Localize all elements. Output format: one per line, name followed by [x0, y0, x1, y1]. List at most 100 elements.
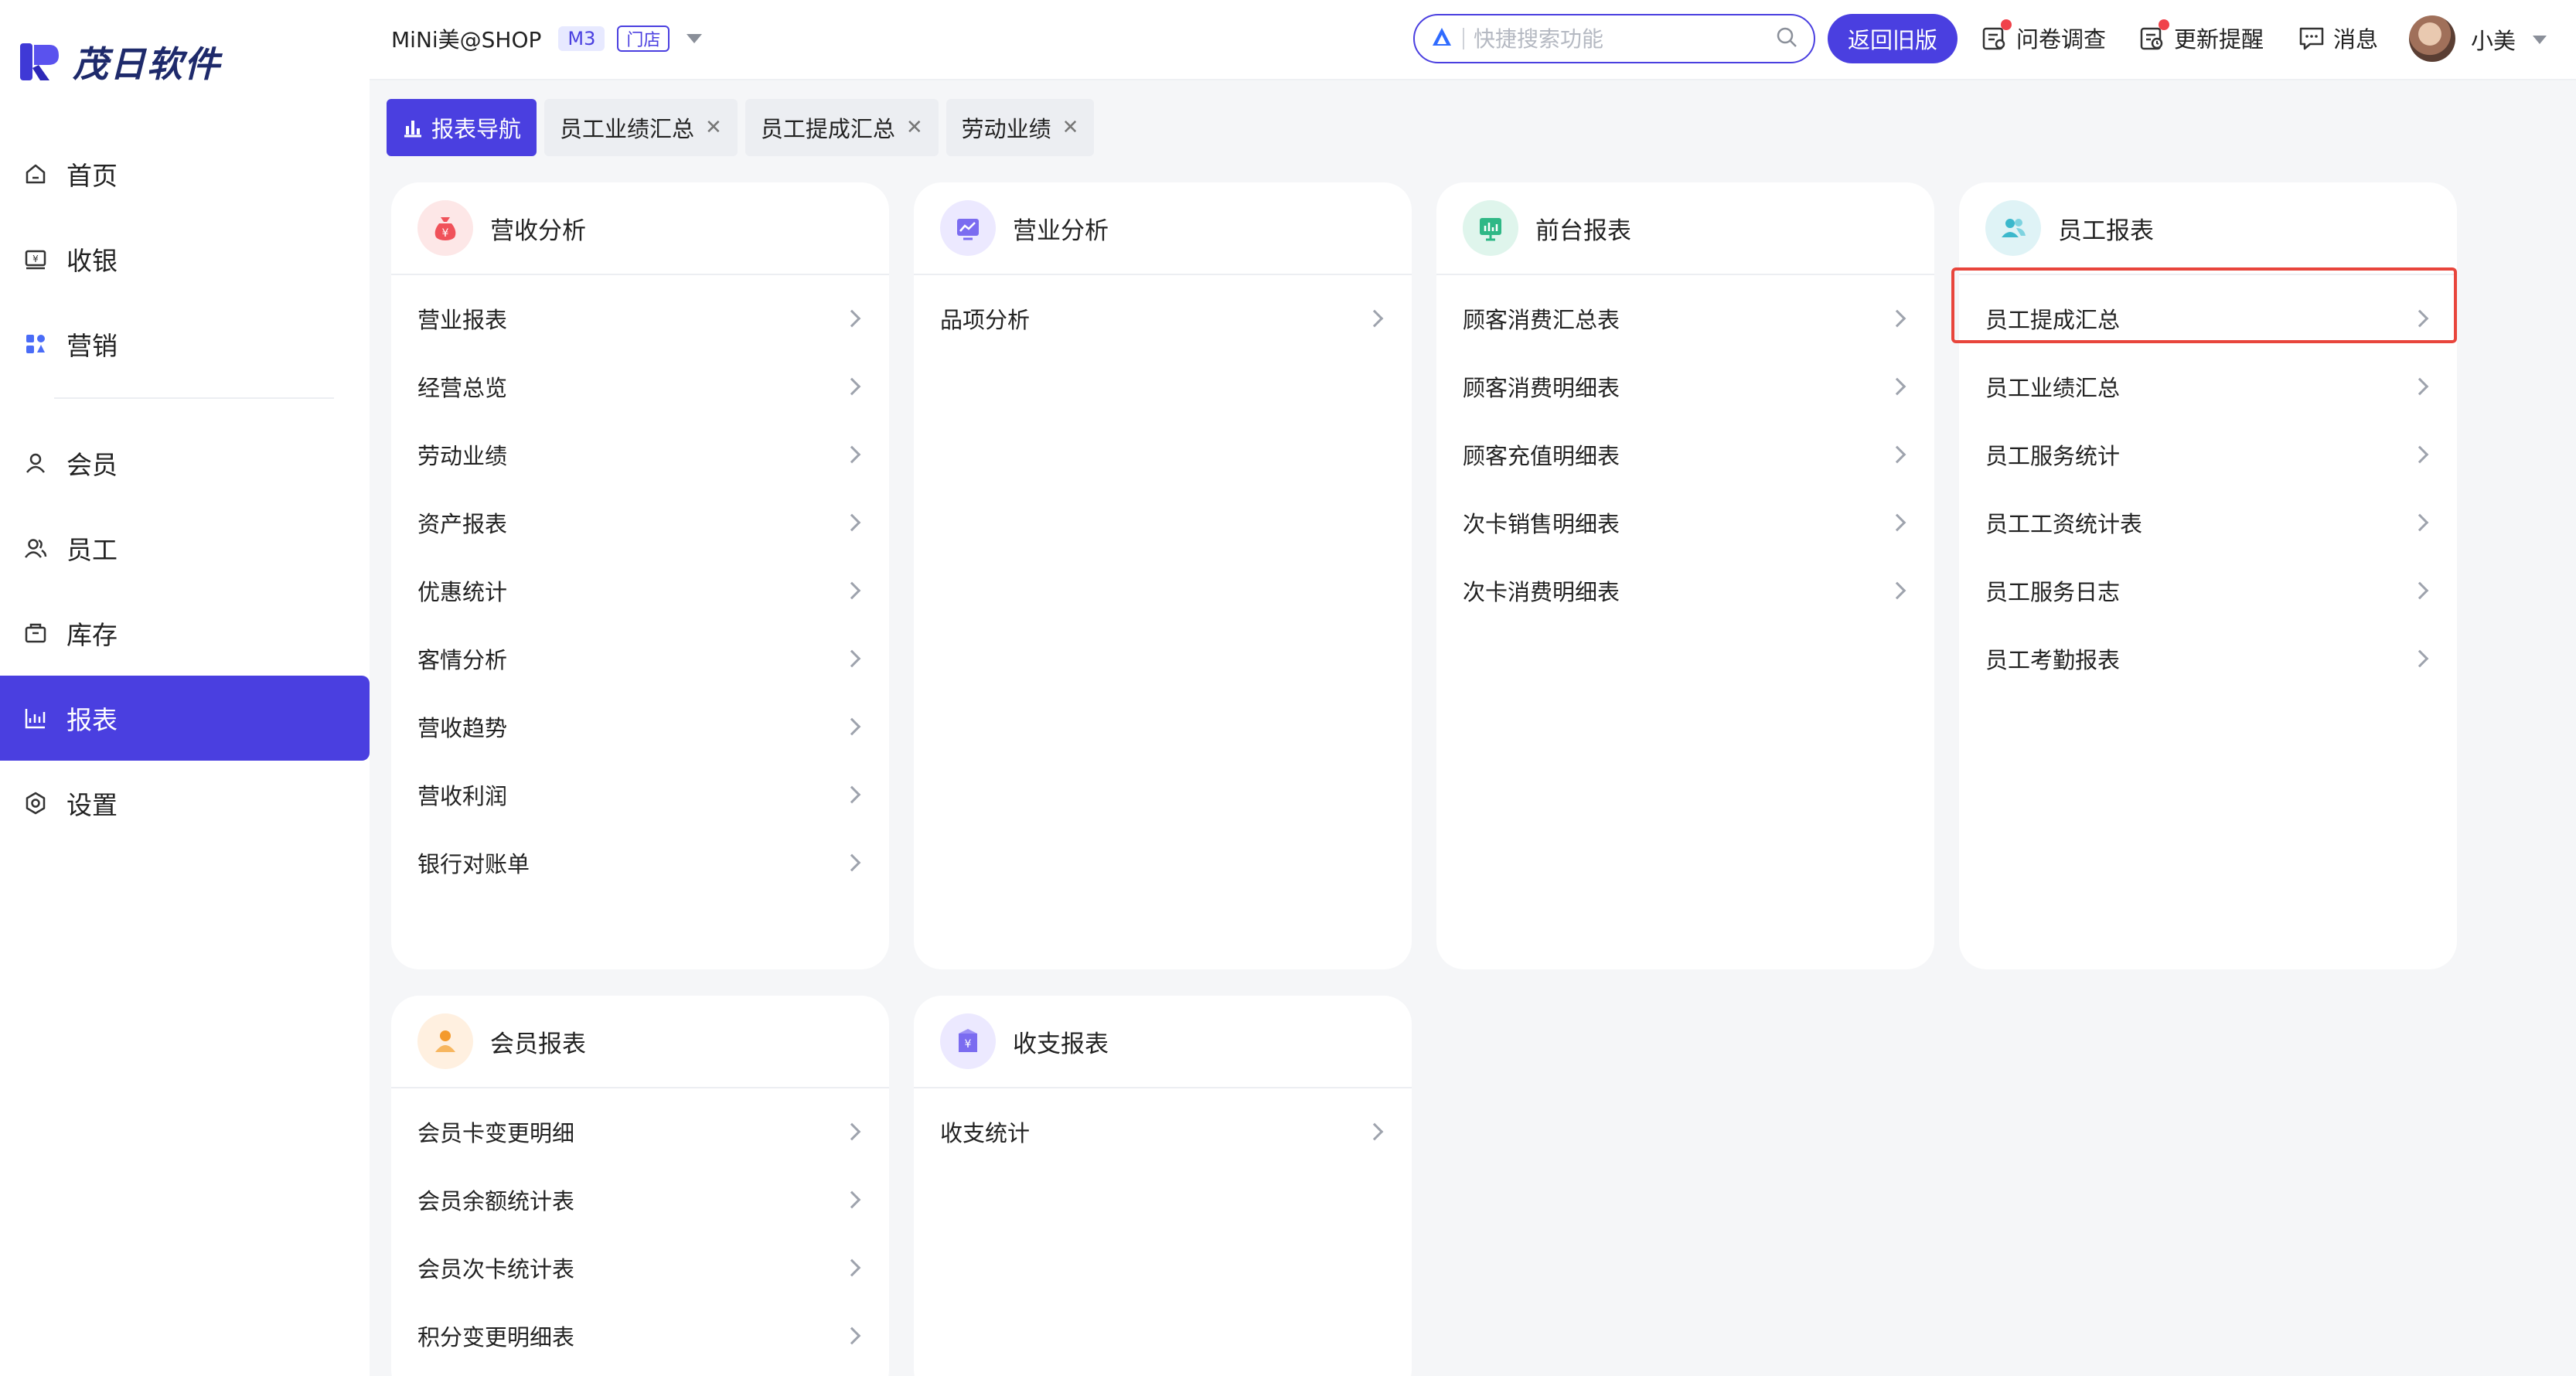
report-link[interactable]: 营收趋势 — [391, 693, 889, 761]
search-input[interactable] — [1474, 26, 1775, 52]
report-link[interactable]: 会员卡变更明细 — [391, 1098, 889, 1166]
report-link[interactable]: 次卡销售明细表 — [1436, 489, 1934, 557]
report-link[interactable]: 银行对账单 — [391, 829, 889, 897]
chevron-down-icon[interactable] — [2533, 36, 2547, 44]
chevron-right-icon — [843, 309, 861, 328]
card-title: 会员报表 — [490, 1030, 586, 1058]
report-link[interactable]: 品项分析 — [914, 284, 1412, 353]
search-brand-icon — [1430, 26, 1453, 52]
report-link[interactable]: 收支统计 — [914, 1098, 1412, 1166]
update-reminder-link[interactable]: 更新提醒 — [2138, 19, 2264, 54]
report-link-label: 品项分析 — [940, 307, 1031, 333]
survey-link[interactable]: 问卷调查 — [1981, 19, 2107, 54]
sidebar-item-home[interactable]: 首页 — [0, 131, 370, 216]
sidebar-item-marketing[interactable]: 营销 — [0, 301, 370, 387]
notification-dot — [2001, 19, 2012, 30]
sidebar-item-inventory[interactable]: 库存 — [0, 591, 370, 676]
sidebar-item-label: 设置 — [66, 790, 118, 820]
report-link-label: 银行对账单 — [417, 851, 530, 877]
chevron-right-icon — [843, 513, 861, 532]
sidebar-item-member[interactable]: 会员 — [0, 421, 370, 506]
search-box[interactable] — [1413, 14, 1815, 63]
message-icon — [2298, 24, 2326, 52]
survey-icon — [1981, 19, 2012, 52]
chevron-right-icon — [843, 785, 861, 804]
report-link-label: 会员卡变更明细 — [417, 1120, 575, 1146]
report-link[interactable]: 客情分析 — [391, 625, 889, 693]
search-icon[interactable] — [1775, 26, 1798, 52]
chevron-down-icon[interactable] — [687, 34, 703, 43]
chevron-right-icon — [2411, 445, 2429, 464]
sidebar-item-staff[interactable]: 员工 — [0, 506, 370, 591]
presentation-icon — [1463, 200, 1518, 256]
chevron-right-icon — [2411, 513, 2429, 532]
return-old-version-button[interactable]: 返回旧版 — [1828, 14, 1958, 63]
card-income-expense-reports: ¥ 收支报表 收支统计 — [914, 996, 1412, 1376]
report-link-staff-commission-summary[interactable]: 员工提成汇总 — [1959, 284, 2457, 353]
chevron-right-icon — [843, 1327, 861, 1345]
card-header: 会员报表 — [391, 996, 889, 1088]
report-link-label: 营业报表 — [417, 307, 508, 333]
store-name: MiNi美@SHOP — [391, 27, 542, 53]
store-switcher[interactable]: MiNi美@SHOP M3 门店 — [391, 23, 703, 54]
tab-staff-commission-summary[interactable]: 员工提成汇总 ✕ — [745, 99, 939, 156]
report-link[interactable]: 顾客充值明细表 — [1436, 421, 1934, 489]
report-link[interactable]: 营收利润 — [391, 761, 889, 829]
report-link-label: 员工工资统计表 — [1985, 511, 2143, 537]
close-icon[interactable]: ✕ — [906, 116, 923, 139]
chevron-right-icon — [843, 581, 861, 600]
report-link-label: 优惠统计 — [417, 579, 508, 605]
report-link[interactable]: 会员余额统计表 — [391, 1166, 889, 1234]
report-link[interactable]: 顾客消费汇总表 — [1436, 284, 1934, 353]
app-root: 茂日软件 首页 ¥ 收银 营销 会员 员工 库存 报表 设置 MiNi美@SHO… — [0, 0, 2576, 1376]
report-link[interactable]: 优惠统计 — [391, 557, 889, 625]
sidebar: 茂日软件 首页 ¥ 收银 营销 会员 员工 库存 报表 设置 — [0, 0, 370, 1376]
report-link[interactable]: 员工业绩汇总 — [1959, 353, 2457, 421]
report-link[interactable]: 员工考勤报表 — [1959, 625, 2457, 693]
report-link[interactable]: 员工服务统计 — [1959, 421, 2457, 489]
card-header: 员工报表 — [1959, 182, 2457, 275]
report-link[interactable]: 员工服务日志 — [1959, 557, 2457, 625]
logo[interactable]: 茂日软件 — [19, 37, 221, 87]
card-title: 营收分析 — [490, 216, 586, 245]
close-icon[interactable]: ✕ — [1062, 116, 1079, 139]
svg-text:¥: ¥ — [442, 227, 449, 240]
logo-mark-icon — [19, 40, 62, 83]
report-link-label: 劳动业绩 — [417, 443, 508, 469]
home-icon — [22, 160, 49, 188]
sidebar-item-settings[interactable]: 设置 — [0, 761, 370, 846]
report-link[interactable]: 营业报表 — [391, 284, 889, 353]
report-link[interactable]: 劳动业绩 — [391, 421, 889, 489]
member-person-icon — [417, 1013, 473, 1069]
messages-link[interactable]: 消息 — [2298, 22, 2378, 54]
sidebar-item-label: 会员 — [66, 450, 118, 480]
svg-text:¥: ¥ — [32, 254, 39, 264]
chevron-right-icon — [2411, 377, 2429, 396]
card-header: ¥ 收支报表 — [914, 996, 1412, 1088]
chevron-right-icon — [1888, 513, 1906, 532]
card-header: 前台报表 — [1436, 182, 1934, 275]
chevron-right-icon — [1888, 309, 1906, 328]
sidebar-item-cashier[interactable]: ¥ 收银 — [0, 216, 370, 301]
tab-staff-performance-summary[interactable]: 员工业绩汇总 ✕ — [544, 99, 738, 156]
user-name[interactable]: 小美 — [2471, 23, 2516, 56]
tab-report-navigation[interactable]: 报表导航 — [387, 99, 537, 156]
inventory-icon — [22, 619, 49, 647]
report-link[interactable]: 资产报表 — [391, 489, 889, 557]
avatar[interactable] — [2409, 15, 2455, 62]
report-link-label: 次卡消费明细表 — [1463, 579, 1620, 605]
tab-label: 员工提成汇总 — [760, 116, 895, 142]
store-badge: 门店 — [617, 26, 670, 52]
survey-label: 问卷调查 — [2016, 26, 2107, 53]
report-link[interactable]: 顾客消费明细表 — [1436, 353, 1934, 421]
report-link[interactable]: 员工工资统计表 — [1959, 489, 2457, 557]
report-link[interactable]: 经营总览 — [391, 353, 889, 421]
report-link[interactable]: 会员次卡统计表 — [391, 1234, 889, 1302]
chevron-right-icon — [843, 853, 861, 872]
sidebar-item-report[interactable]: 报表 — [0, 676, 370, 761]
close-icon[interactable]: ✕ — [705, 116, 722, 139]
tab-labor-performance[interactable]: 劳动业绩 ✕ — [946, 99, 1095, 156]
report-link[interactable]: 积分变更明细表 — [391, 1302, 889, 1370]
logo-text: 茂日软件 — [73, 43, 221, 85]
report-link[interactable]: 次卡消费明细表 — [1436, 557, 1934, 625]
